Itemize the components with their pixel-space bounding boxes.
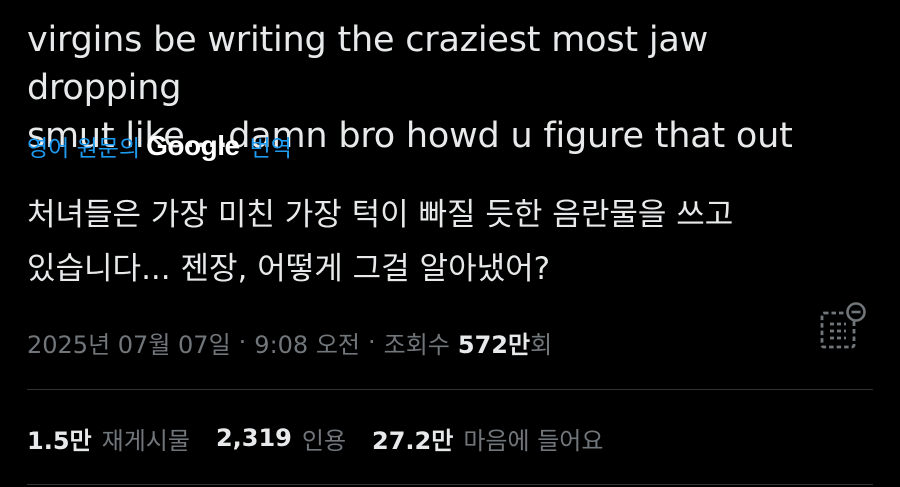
- tweet-detail: virgins be writing the craziest most jaw…: [27, 0, 873, 487]
- meta-separator: ·: [238, 328, 247, 356]
- views-label: 조회수: [383, 330, 450, 359]
- tweet-text-line: virgins be writing the craziest most jaw…: [27, 20, 709, 108]
- reposts-stat[interactable]: 1.5만 재게시물: [27, 421, 190, 456]
- analytics-icon: [820, 302, 866, 349]
- likes-count: 27.2만: [372, 426, 454, 455]
- translated-text-line: 처녀들은 가장 미친 가장 턱이 빠질 듯한 음란물을 쓰고: [27, 197, 734, 233]
- quotes-label: 인용: [301, 426, 347, 455]
- translate-attribution[interactable]: 영어 원문의 Google 번역: [27, 130, 292, 162]
- translated-text-line: 있습니다... 젠장, 어떻게 그걸 알아냈어?: [27, 251, 551, 287]
- tweet-time[interactable]: 9:08 오전: [254, 325, 360, 360]
- meta-separator: ·: [367, 328, 376, 356]
- translate-prefix[interactable]: 영어 원문의: [27, 129, 140, 163]
- engagement-stats: 1.5만 재게시물 2,319 인용 27.2만 마음에 들어요: [27, 418, 629, 458]
- likes-stat[interactable]: 27.2만 마음에 들어요: [372, 421, 603, 456]
- google-logo: Google: [146, 130, 240, 161]
- translated-text: 처녀들은 가장 미친 가장 턱이 빠질 듯한 음란물을 쓰고 있습니다... 젠…: [27, 188, 827, 296]
- views-count: 572만: [457, 330, 531, 359]
- tweet-meta: 2025년 07월 07일 · 9:08 오전 · 조회수 572만 회: [27, 322, 552, 362]
- divider: [27, 389, 873, 390]
- likes-label: 마음에 들어요: [463, 426, 604, 455]
- reposts-label: 재게시물: [101, 426, 190, 455]
- views-suffix: 회: [530, 330, 553, 359]
- translate-suffix[interactable]: 번역: [250, 129, 292, 163]
- quotes-count: 2,319: [215, 424, 292, 452]
- divider: [27, 484, 873, 485]
- analytics-button[interactable]: [819, 300, 871, 356]
- tweet-date[interactable]: 2025년 07월 07일: [27, 325, 231, 360]
- quotes-stat[interactable]: 2,319 인용: [216, 421, 346, 456]
- reposts-count: 1.5만: [27, 426, 92, 455]
